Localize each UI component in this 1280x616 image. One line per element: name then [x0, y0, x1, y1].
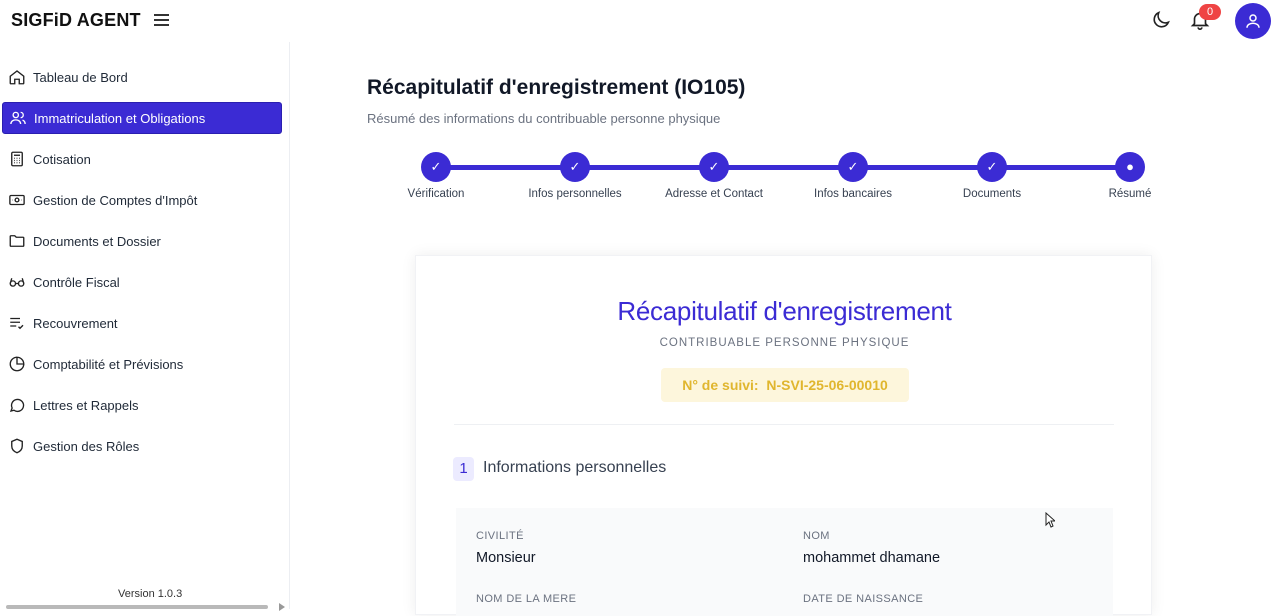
main-content: Récapitulatif d'enregistrement (IO105) R…	[291, 42, 1280, 616]
sidebar-item-recouvrement[interactable]: Recouvrement	[2, 307, 282, 339]
sidebar-item-gestion-roles[interactable]: Gestion des Rôles	[2, 430, 282, 462]
step-check-icon: ✓	[977, 152, 1007, 182]
sidebar-item-label: Recouvrement	[33, 315, 118, 331]
summary-subtitle: CONTRIBUABLE PERSONNE PHYSIQUE	[659, 337, 910, 349]
step-check-icon: ✓	[838, 152, 868, 182]
notification-badge: 0	[1199, 4, 1221, 20]
section-number: 1	[453, 457, 474, 481]
sidebar-item-cotisation[interactable]: Cotisation	[2, 143, 282, 175]
step-current-dot-icon: ●	[1115, 152, 1145, 182]
sidebar-item-label: Immatriculation et Obligations	[34, 110, 206, 126]
step-infos-bancaires[interactable]: ✓ Infos bancaires	[803, 152, 903, 200]
registration-stepper: ✓ Vérification ✓ Infos personnelles ✓ Ad…	[401, 152, 1151, 202]
step-resume[interactable]: ● Résumé	[1080, 152, 1180, 200]
top-bar: SIGFiD AGENT 0	[0, 0, 1280, 42]
page-subtitle: Résumé des informations du contribuable …	[367, 111, 721, 126]
scroll-right-arrow-icon[interactable]	[279, 603, 285, 611]
step-label: Adresse et Contact	[665, 188, 763, 200]
sidebar-item-label: Contrôle Fiscal	[33, 274, 120, 290]
folder-icon	[9, 235, 25, 247]
sidebar-item-label: Cotisation	[33, 151, 91, 167]
sidebar-item-label: Gestion des Rôles	[33, 438, 140, 454]
dark-mode-toggle-button[interactable]	[1150, 9, 1172, 31]
page-title: Récapitulatif d'enregistrement (IO105)	[367, 76, 746, 99]
field-label-date-naissance: DATE DE NAISSANCE	[803, 593, 924, 605]
sidebar-item-controle-fiscal[interactable]: Contrôle Fiscal	[2, 266, 282, 298]
field-label-civilite: CIVILITÉ	[476, 530, 524, 542]
sidebar: Tableau de Bord Immatriculation et Oblig…	[0, 42, 290, 611]
user-avatar-button[interactable]	[1235, 3, 1271, 39]
tracking-label: N° de suivi:	[682, 377, 759, 393]
step-label: Infos bancaires	[814, 188, 892, 200]
step-adresse-contact[interactable]: ✓ Adresse et Contact	[664, 152, 764, 200]
step-check-icon: ✓	[560, 152, 590, 182]
shield-icon	[11, 438, 23, 454]
sidebar-item-tableau-de-bord[interactable]: Tableau de Bord	[2, 61, 282, 93]
sidebar-item-documents[interactable]: Documents et Dossier	[2, 225, 282, 257]
step-check-icon: ✓	[699, 152, 729, 182]
sidebar-item-lettres-rappels[interactable]: Lettres et Rappels	[2, 389, 282, 421]
step-label: Documents	[962, 188, 1022, 200]
pie-chart-icon	[9, 356, 25, 372]
sidebar-item-label: Tableau de Bord	[33, 69, 128, 85]
calculator-icon	[11, 151, 23, 167]
sidebar-item-label: Gestion de Comptes d'Impôt	[33, 192, 198, 208]
banknote-icon	[9, 194, 25, 206]
section-title: Informations personnelles	[483, 459, 667, 476]
menu-toggle-button[interactable]	[152, 11, 172, 29]
app-version: Version 1.0.3	[118, 588, 183, 600]
field-value-nom: mohammet dhamane	[803, 550, 941, 566]
tracking-value: N-SVI-25-06-00010	[766, 377, 888, 393]
step-label: Résumé	[1108, 188, 1152, 200]
step-label: Infos personnelles	[528, 188, 622, 200]
sidebar-item-label: Documents et Dossier	[33, 233, 161, 249]
sidebar-item-gestion-comptes[interactable]: Gestion de Comptes d'Impôt	[2, 184, 282, 216]
field-label-nom-mere: NOM DE LA MERE	[476, 593, 577, 605]
step-check-icon: ✓	[421, 152, 451, 182]
sidebar-item-label: Comptabilité et Prévisions	[33, 356, 184, 372]
mouse-cursor-icon	[1045, 512, 1055, 528]
sidebar-item-comptabilite[interactable]: Comptabilité et Prévisions	[2, 348, 282, 380]
divider	[454, 424, 1114, 425]
message-circle-icon	[9, 398, 25, 413]
personal-info-panel: CIVILITÉ Monsieur NOM mohammet dhamane N…	[456, 508, 1113, 616]
sidebar-horizontal-scrollbar[interactable]	[6, 605, 268, 609]
field-value-civilite: Monsieur	[476, 550, 536, 566]
list-check-icon	[10, 317, 24, 330]
step-documents[interactable]: ✓ Documents	[942, 152, 1042, 200]
app-brand: SIGFiD AGENT	[11, 10, 141, 30]
step-verification[interactable]: ✓ Vérification	[386, 152, 486, 200]
sidebar-item-label: Lettres et Rappels	[33, 397, 139, 413]
summary-card: Récapitulatif d'enregistrement CONTRIBUA…	[415, 255, 1152, 616]
field-label-nom: NOM	[803, 530, 830, 542]
user-icon	[1246, 14, 1260, 28]
glasses-icon	[9, 278, 25, 287]
step-infos-personnelles[interactable]: ✓ Infos personnelles	[525, 152, 625, 200]
home-icon	[9, 70, 25, 85]
sidebar-item-immatriculation[interactable]: Immatriculation et Obligations	[2, 102, 282, 134]
summary-title: Récapitulatif d'enregistrement	[617, 296, 952, 326]
step-label: Vérification	[407, 188, 465, 200]
users-icon	[10, 111, 26, 125]
tracking-number-badge: N° de suivi: N-SVI-25-06-00010	[661, 368, 909, 402]
moon-icon	[1153, 11, 1170, 28]
